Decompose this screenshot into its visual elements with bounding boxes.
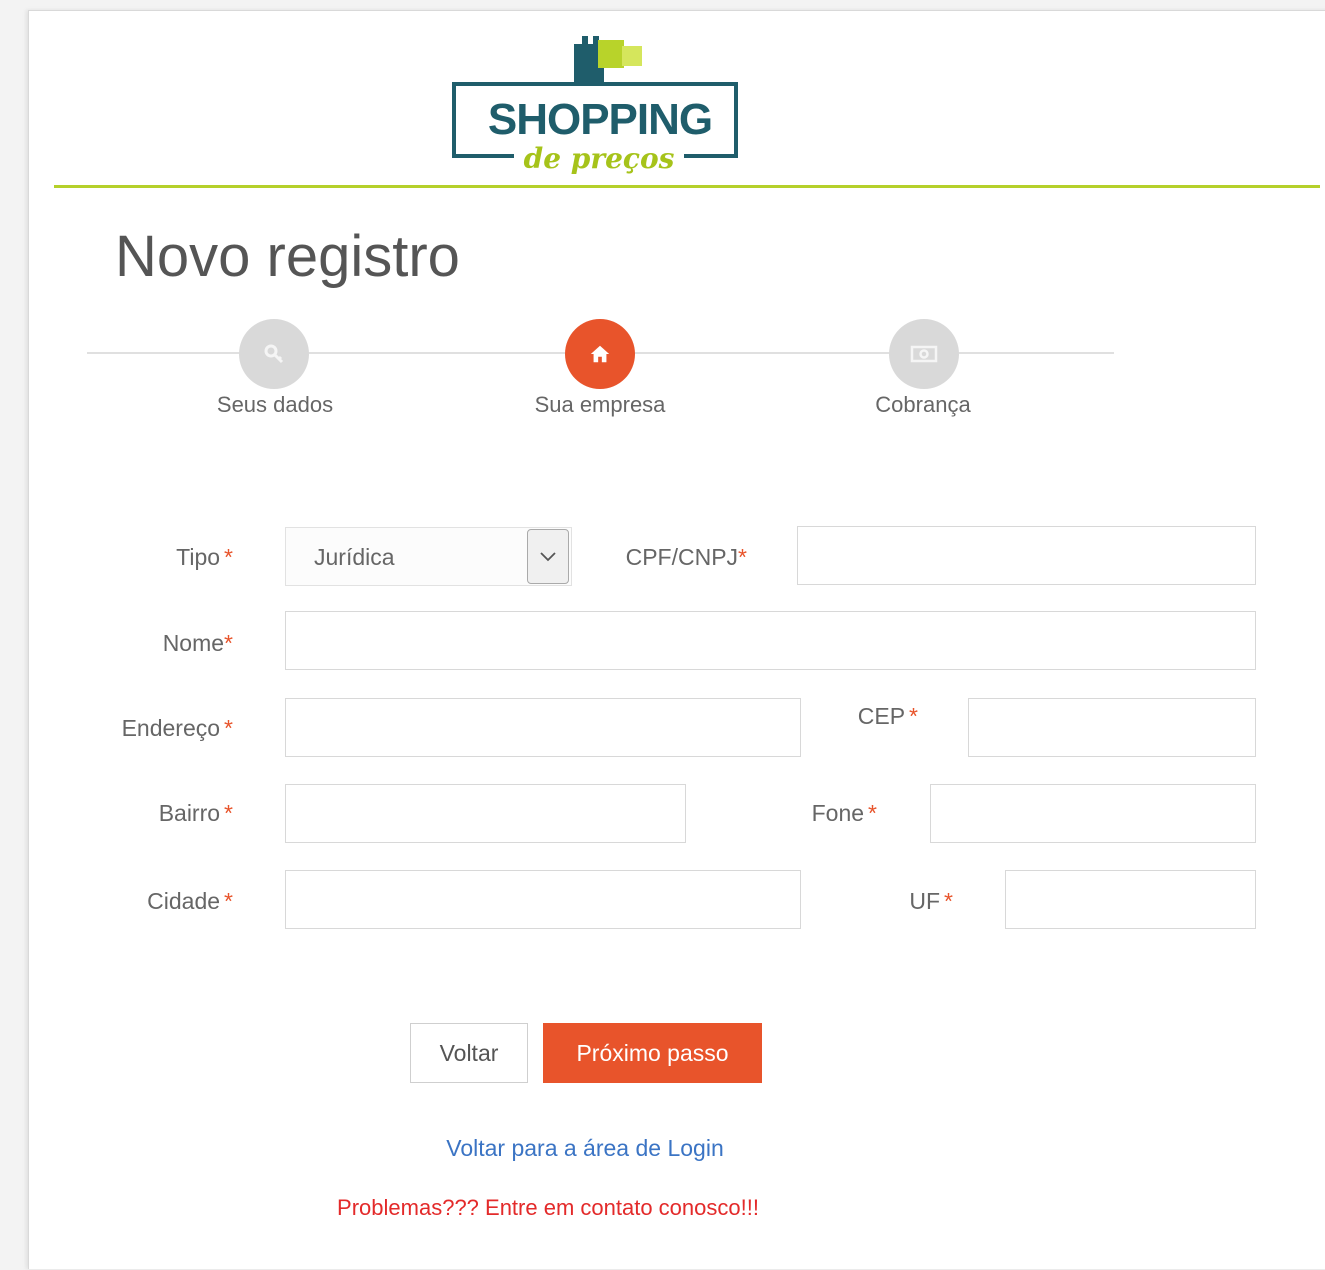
nome-label: Nome* xyxy=(162,630,233,656)
logo-wordmark: SHOPPING xyxy=(487,95,713,144)
step-cobranca[interactable] xyxy=(889,319,959,389)
cep-label: CEP * xyxy=(857,703,918,729)
step-sua-empresa[interactable] xyxy=(565,319,635,389)
contact-us-link[interactable]: Problemas??? Entre em contato conosco!!! xyxy=(248,1193,848,1223)
cep-field[interactable] xyxy=(968,698,1256,757)
step-label-seus-dados: Seus dados xyxy=(216,392,334,417)
tipo-select-value: Jurídica xyxy=(314,544,395,570)
fone-label: Fone * xyxy=(811,800,877,826)
next-step-button[interactable]: Próximo passo xyxy=(543,1023,762,1083)
header-divider xyxy=(54,185,1320,188)
money-icon xyxy=(910,344,938,364)
shopping-de-precos-logo: SHOPPING de preços xyxy=(452,36,748,186)
bairro-label: Bairro * xyxy=(158,800,233,826)
cpf-cnpj-field[interactable] xyxy=(797,526,1256,585)
tipo-label: Tipo * xyxy=(176,544,233,570)
step-seus-dados[interactable] xyxy=(239,319,309,389)
home-icon xyxy=(589,343,611,365)
cidade-label: Cidade * xyxy=(147,888,233,914)
tipo-select[interactable]: Jurídica xyxy=(285,527,572,586)
key-icon xyxy=(262,342,286,366)
fone-field[interactable] xyxy=(930,784,1256,843)
logo-script: de preços xyxy=(514,139,684,179)
nome-field[interactable] xyxy=(285,611,1256,670)
uf-label: UF * xyxy=(909,888,953,914)
endereco-field[interactable] xyxy=(285,698,801,757)
page-title: Novo registro xyxy=(115,224,460,289)
back-button[interactable]: Voltar xyxy=(410,1023,528,1083)
bairro-field[interactable] xyxy=(285,784,686,843)
cpf-cnpj-label: CPF/CNPJ* xyxy=(625,544,747,570)
step-label-cobranca: Cobrança xyxy=(875,392,971,417)
chevron-down-icon[interactable] xyxy=(527,529,569,584)
uf-field[interactable] xyxy=(1005,870,1256,929)
logo-bag-icon xyxy=(598,40,624,68)
endereco-label: Endereço * xyxy=(121,715,233,741)
logo-bag-icon xyxy=(622,46,642,66)
step-label-sua-empresa: Sua empresa xyxy=(534,392,666,417)
back-to-login-link[interactable]: Voltar para a área de Login xyxy=(385,1133,785,1163)
cidade-field[interactable] xyxy=(285,870,801,929)
